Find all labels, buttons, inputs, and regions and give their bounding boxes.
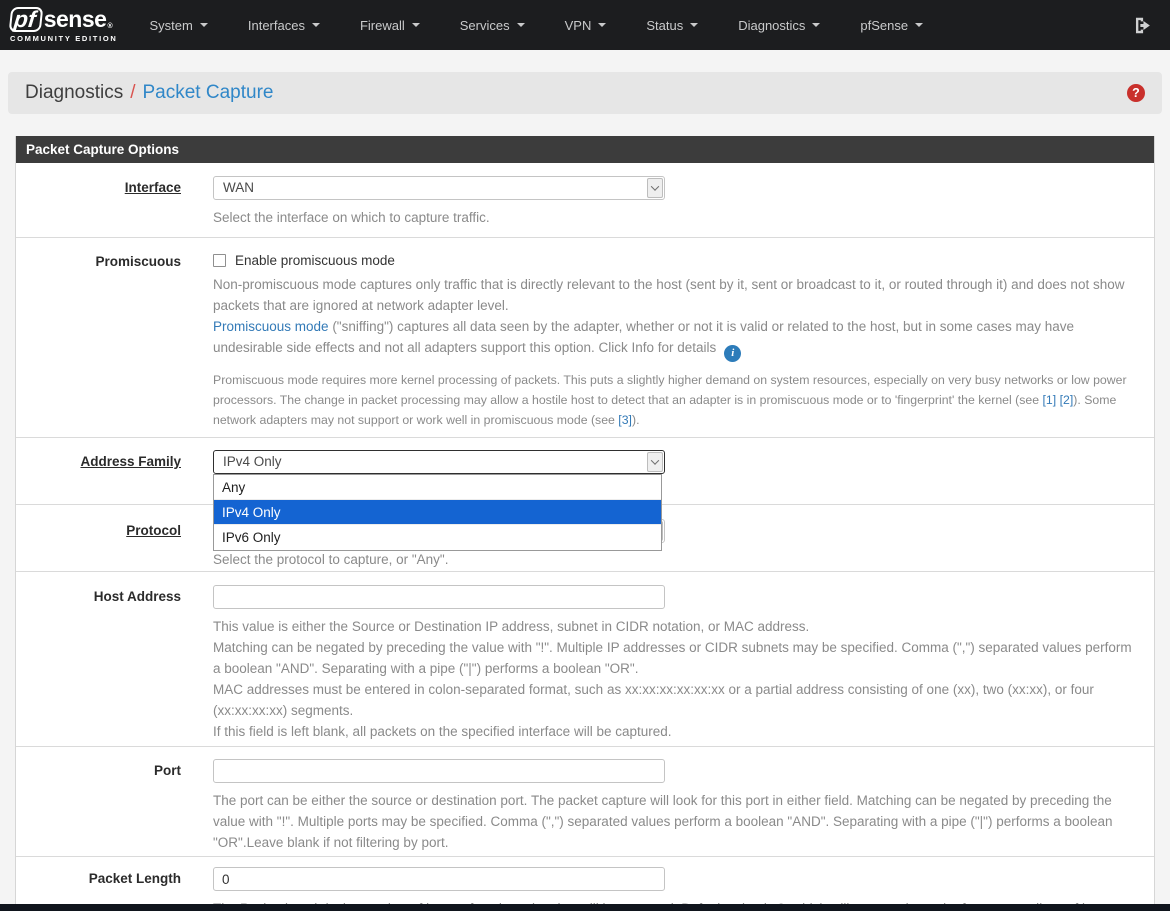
packet-capture-options-panel: Packet Capture Options Interface WAN Sel… <box>15 136 1155 911</box>
promiscuous-help-para1: Non-promiscuous mode captures only traff… <box>213 277 1125 313</box>
select-dropdown-button[interactable] <box>647 452 663 472</box>
chevron-down-icon <box>311 23 320 27</box>
interface-select-value: WAN <box>223 180 254 195</box>
reference-link-1[interactable]: [1] <box>1043 393 1057 407</box>
address-family-label: Address Family <box>80 454 181 469</box>
chevron-down-icon <box>199 23 208 27</box>
registered-mark: ® <box>107 23 113 30</box>
chevron-down-icon <box>690 23 699 27</box>
port-input[interactable] <box>213 759 665 783</box>
port-label: Port <box>154 763 181 778</box>
chevron-down-icon <box>812 23 821 27</box>
port-help-text: The port can be either the source or des… <box>213 793 1113 850</box>
promiscuous-checkbox-label: Enable promiscuous mode <box>235 253 395 268</box>
breadcrumb: Diagnostics / Packet Capture ? <box>8 72 1162 114</box>
chevron-down-icon <box>516 23 525 27</box>
interface-help-text: Select the interface on which to capture… <box>213 210 490 225</box>
menu-vpn[interactable]: VPN <box>545 0 627 50</box>
interface-select[interactable]: WAN <box>213 176 665 200</box>
breadcrumb-separator: / <box>130 82 136 103</box>
address-family-select[interactable]: IPv4 Only <box>213 450 665 474</box>
promiscuous-help-para2: Promiscuous mode ("sniffing") captures a… <box>213 316 1139 362</box>
breadcrumb-page-link[interactable]: Packet Capture <box>143 82 274 104</box>
promiscuous-checkbox-row[interactable]: Enable promiscuous mode <box>213 250 1139 268</box>
menu-services[interactable]: Services <box>440 0 545 50</box>
protocol-help-text: Select the protocol to capture, or "Any"… <box>213 552 449 567</box>
dropdown-option[interactable]: IPv4 Only <box>214 500 661 525</box>
address-family-dropdown-list: Any IPv4 Only IPv6 Only <box>213 474 662 551</box>
dropdown-option[interactable]: Any <box>214 475 661 500</box>
select-dropdown-button[interactable] <box>647 178 663 198</box>
protocol-label: Protocol <box>126 523 181 538</box>
address-family-row: Address Family IPv4 Only Any IPv4 Only I… <box>16 438 1154 551</box>
address-family-select-value: IPv4 Only <box>223 454 282 469</box>
host-address-input[interactable] <box>213 585 665 609</box>
port-row: Port The port can be either the source o… <box>16 747 1154 857</box>
pfsense-logo[interactable]: pf sense ® COMMUNITY EDITION <box>8 6 118 43</box>
menu-diagnostics[interactable]: Diagnostics <box>718 0 840 50</box>
host-address-row: Host Address This value is either the So… <box>16 572 1154 747</box>
chevron-down-icon <box>915 23 924 27</box>
bottom-edge-bar <box>0 904 1170 911</box>
chevron-down-icon <box>650 182 660 191</box>
pfsense-logo-pf: pf <box>8 6 44 32</box>
host-address-help-text: This value is either the Source or Desti… <box>213 619 1132 739</box>
logout-button[interactable] <box>1129 16 1156 35</box>
pfsense-logo-sense: sense <box>43 6 107 32</box>
promiscuous-help-text: Non-promiscuous mode captures only traff… <box>213 274 1139 362</box>
dropdown-option[interactable]: IPv6 Only <box>214 525 661 550</box>
menu-firewall[interactable]: Firewall <box>340 0 440 50</box>
sign-out-icon <box>1135 17 1150 33</box>
promiscuous-row: Promiscuous Enable promiscuous mode Non-… <box>16 238 1154 438</box>
interface-row: Interface WAN Select the interface on wh… <box>16 163 1154 238</box>
reference-link-2[interactable]: [2] <box>1060 393 1074 407</box>
info-icon[interactable]: i <box>724 345 742 362</box>
reference-link-3[interactable]: [3] <box>618 413 632 427</box>
community-edition-label: COMMUNITY EDITION <box>10 34 118 43</box>
pfsense-logo-wordmark: pf sense ® <box>8 6 118 32</box>
menu-pfsense[interactable]: pfSense <box>840 0 943 50</box>
promiscuous-checkbox[interactable] <box>213 254 226 267</box>
breadcrumb-section: Diagnostics <box>25 82 124 103</box>
chevron-down-icon <box>650 456 660 465</box>
chevron-down-icon <box>411 23 420 27</box>
chevron-down-icon <box>598 23 607 27</box>
menu-interfaces[interactable]: Interfaces <box>228 0 340 50</box>
promiscuous-label: Promiscuous <box>95 254 181 269</box>
menu-system[interactable]: System <box>130 0 228 50</box>
promiscuous-info-block: Promiscuous mode requires more kernel pr… <box>213 373 1127 427</box>
top-navbar: pf sense ® COMMUNITY EDITION System Interf… <box>0 0 1170 50</box>
packet-length-input[interactable] <box>213 867 665 891</box>
host-address-label: Host Address <box>93 589 181 604</box>
interface-label: Interface <box>124 180 181 195</box>
help-icon[interactable]: ? <box>1127 84 1145 102</box>
menu-status[interactable]: Status <box>626 0 718 50</box>
promiscuous-mode-link[interactable]: Promiscuous mode <box>213 319 329 334</box>
main-menu: System Interfaces Firewall Services VPN … <box>130 0 944 50</box>
panel-title: Packet Capture Options <box>16 136 1154 163</box>
packet-length-row: Packet Length The Packet length is the n… <box>16 857 1154 911</box>
